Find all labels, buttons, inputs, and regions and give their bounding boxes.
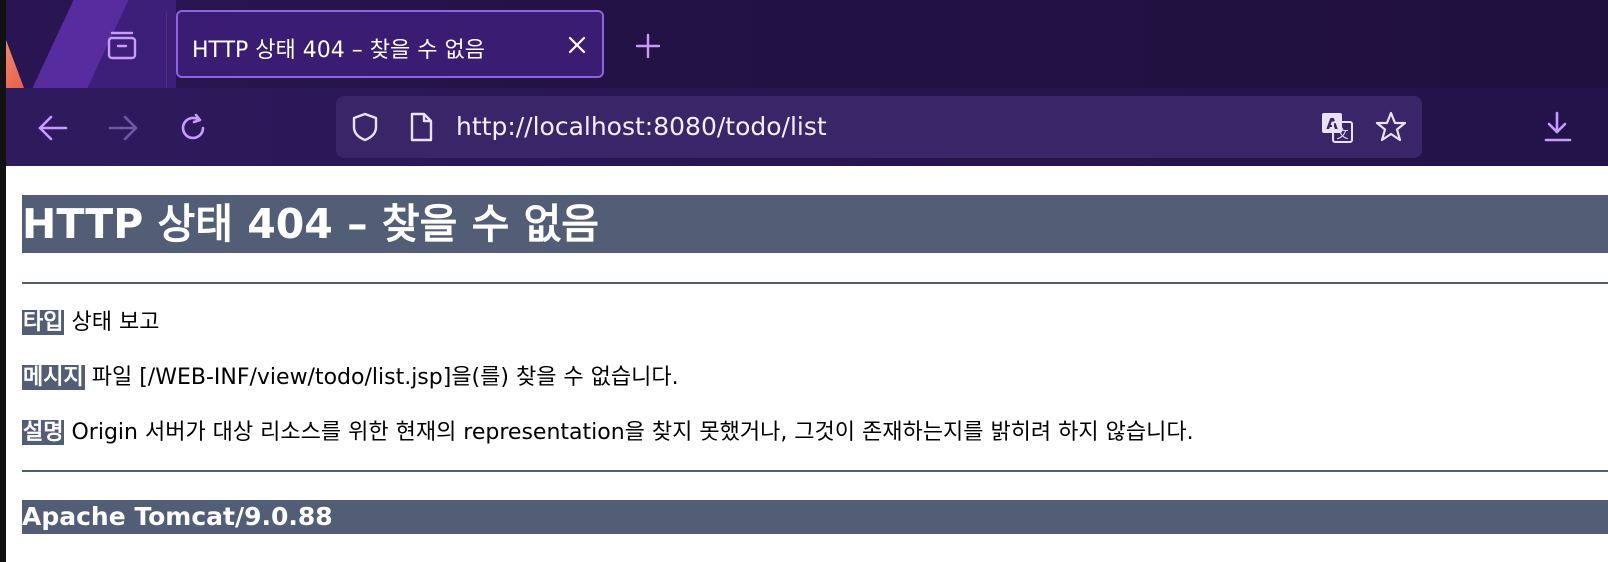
divider bbox=[22, 282, 1608, 284]
page-icon[interactable] bbox=[404, 110, 438, 144]
description-label: 설명 bbox=[22, 420, 65, 445]
plus-icon[interactable] bbox=[632, 30, 664, 62]
translate-icon[interactable]: A 文 bbox=[1320, 110, 1354, 144]
tab-list-icon[interactable] bbox=[104, 30, 140, 62]
type-label: 타입 bbox=[22, 310, 65, 335]
window-edge bbox=[0, 0, 6, 562]
divider bbox=[22, 470, 1608, 472]
download-icon[interactable] bbox=[1540, 110, 1574, 144]
message-value: 파일 [/WEB-INF/view/todo/list.jsp]을(를) 찾을 … bbox=[91, 365, 679, 390]
active-tab[interactable]: HTTP 상태 404 – 찾을 수 없음 bbox=[176, 10, 604, 78]
message-row: 메시지 파일 [/WEB-INF/view/todo/list.jsp]을(를)… bbox=[22, 365, 679, 391]
type-row: 타입 상태 보고 bbox=[22, 310, 159, 336]
star-icon[interactable] bbox=[1374, 110, 1408, 144]
tab-separator bbox=[166, 12, 167, 88]
reload-icon[interactable] bbox=[176, 111, 210, 145]
type-value: 상태 보고 bbox=[71, 310, 160, 335]
url-text[interactable]: http://localhost:8080/todo/list bbox=[456, 112, 827, 141]
arrow-right-icon[interactable] bbox=[106, 111, 140, 145]
close-icon[interactable] bbox=[564, 32, 590, 58]
description-value: Origin 서버가 대상 리소스를 위한 현재의 representation… bbox=[71, 420, 1194, 445]
message-label: 메시지 bbox=[22, 365, 85, 390]
tab-title: HTTP 상태 404 – 찾을 수 없음 bbox=[192, 38, 485, 63]
page-title: HTTP 상태 404 – 찾을 수 없음 bbox=[22, 195, 1608, 253]
description-row: 설명 Origin 서버가 대상 리소스를 위한 현재의 representat… bbox=[22, 420, 1194, 446]
theme-decoration bbox=[6, 0, 176, 88]
server-footer: Apache Tomcat/9.0.88 bbox=[22, 500, 1608, 534]
svg-text:文: 文 bbox=[1336, 126, 1348, 141]
arrow-left-icon[interactable] bbox=[36, 111, 70, 145]
shield-icon[interactable] bbox=[348, 110, 382, 144]
